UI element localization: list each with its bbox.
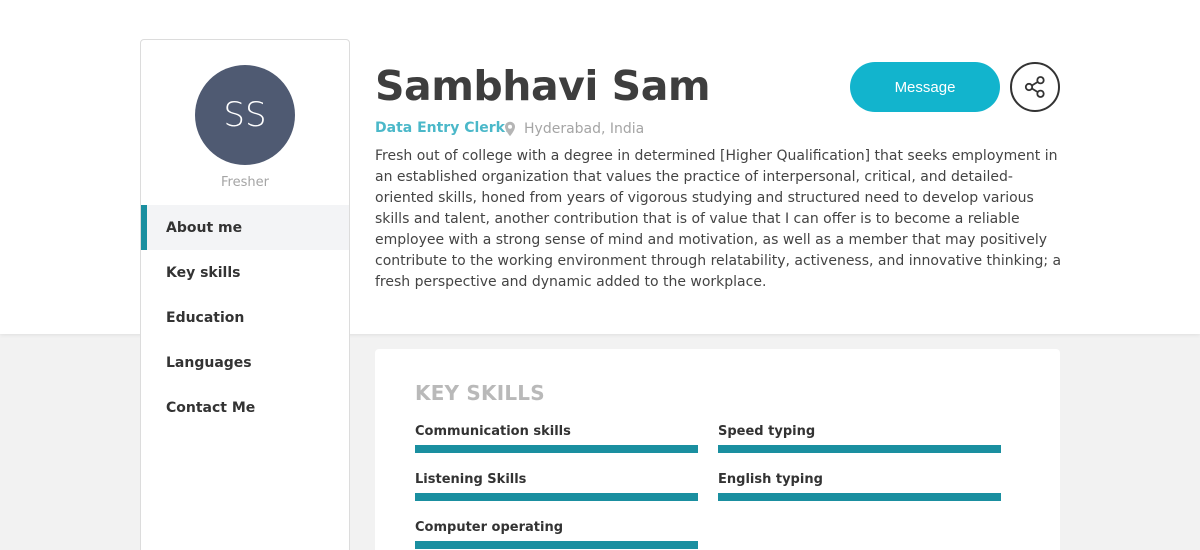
sidebar-item-key-skills[interactable]: Key skills — [141, 250, 349, 295]
skill-bar — [718, 493, 1001, 501]
experience-level: Fresher — [221, 175, 269, 190]
skill-label: Listening Skills — [415, 472, 527, 487]
share-icon — [1024, 76, 1045, 98]
profile-name: Sambhavi Sam — [375, 62, 711, 110]
skill-item: English typing — [718, 472, 1001, 501]
skill-bar — [415, 493, 698, 501]
share-button[interactable] — [1010, 62, 1060, 112]
skill-label: English typing — [718, 472, 823, 487]
message-button[interactable]: Message — [850, 62, 1000, 112]
map-pin-icon — [505, 121, 515, 137]
sidebar: SS Fresher About me Key skills Education… — [140, 39, 350, 550]
skill-label: Communication skills — [415, 424, 571, 439]
skill-item: Computer operating — [415, 520, 698, 549]
skill-bar-fill — [718, 493, 1001, 501]
sidebar-nav: About me Key skills Education Languages … — [141, 205, 349, 430]
job-title: Data Entry Clerk. — [375, 120, 511, 136]
location: Hyderabad, India — [524, 121, 645, 137]
skill-item: Communication skills — [415, 424, 698, 453]
skill-label: Computer operating — [415, 520, 564, 535]
skill-bar-fill — [415, 445, 698, 453]
sidebar-item-contact-me[interactable]: Contact Me — [141, 385, 349, 430]
skill-bar-fill — [415, 493, 698, 501]
sidebar-item-languages[interactable]: Languages — [141, 340, 349, 385]
key-skills-card: KEY SKILLS Communication skills Speed ty… — [375, 349, 1060, 550]
sidebar-item-about-me[interactable]: About me — [141, 205, 349, 250]
skill-bar-fill — [415, 541, 698, 549]
skill-bar — [415, 445, 698, 453]
skill-label: Speed typing — [718, 424, 816, 439]
skill-bar — [718, 445, 1001, 453]
sidebar-item-education[interactable]: Education — [141, 295, 349, 340]
skill-bar — [415, 541, 698, 549]
skill-bar-fill — [718, 445, 1001, 453]
avatar: SS — [195, 65, 295, 165]
about-text: Fresh out of college with a degree in de… — [375, 148, 1062, 290]
skill-item: Speed typing — [718, 424, 1001, 453]
key-skills-title: KEY SKILLS — [415, 381, 545, 405]
skill-item: Listening Skills — [415, 472, 698, 501]
